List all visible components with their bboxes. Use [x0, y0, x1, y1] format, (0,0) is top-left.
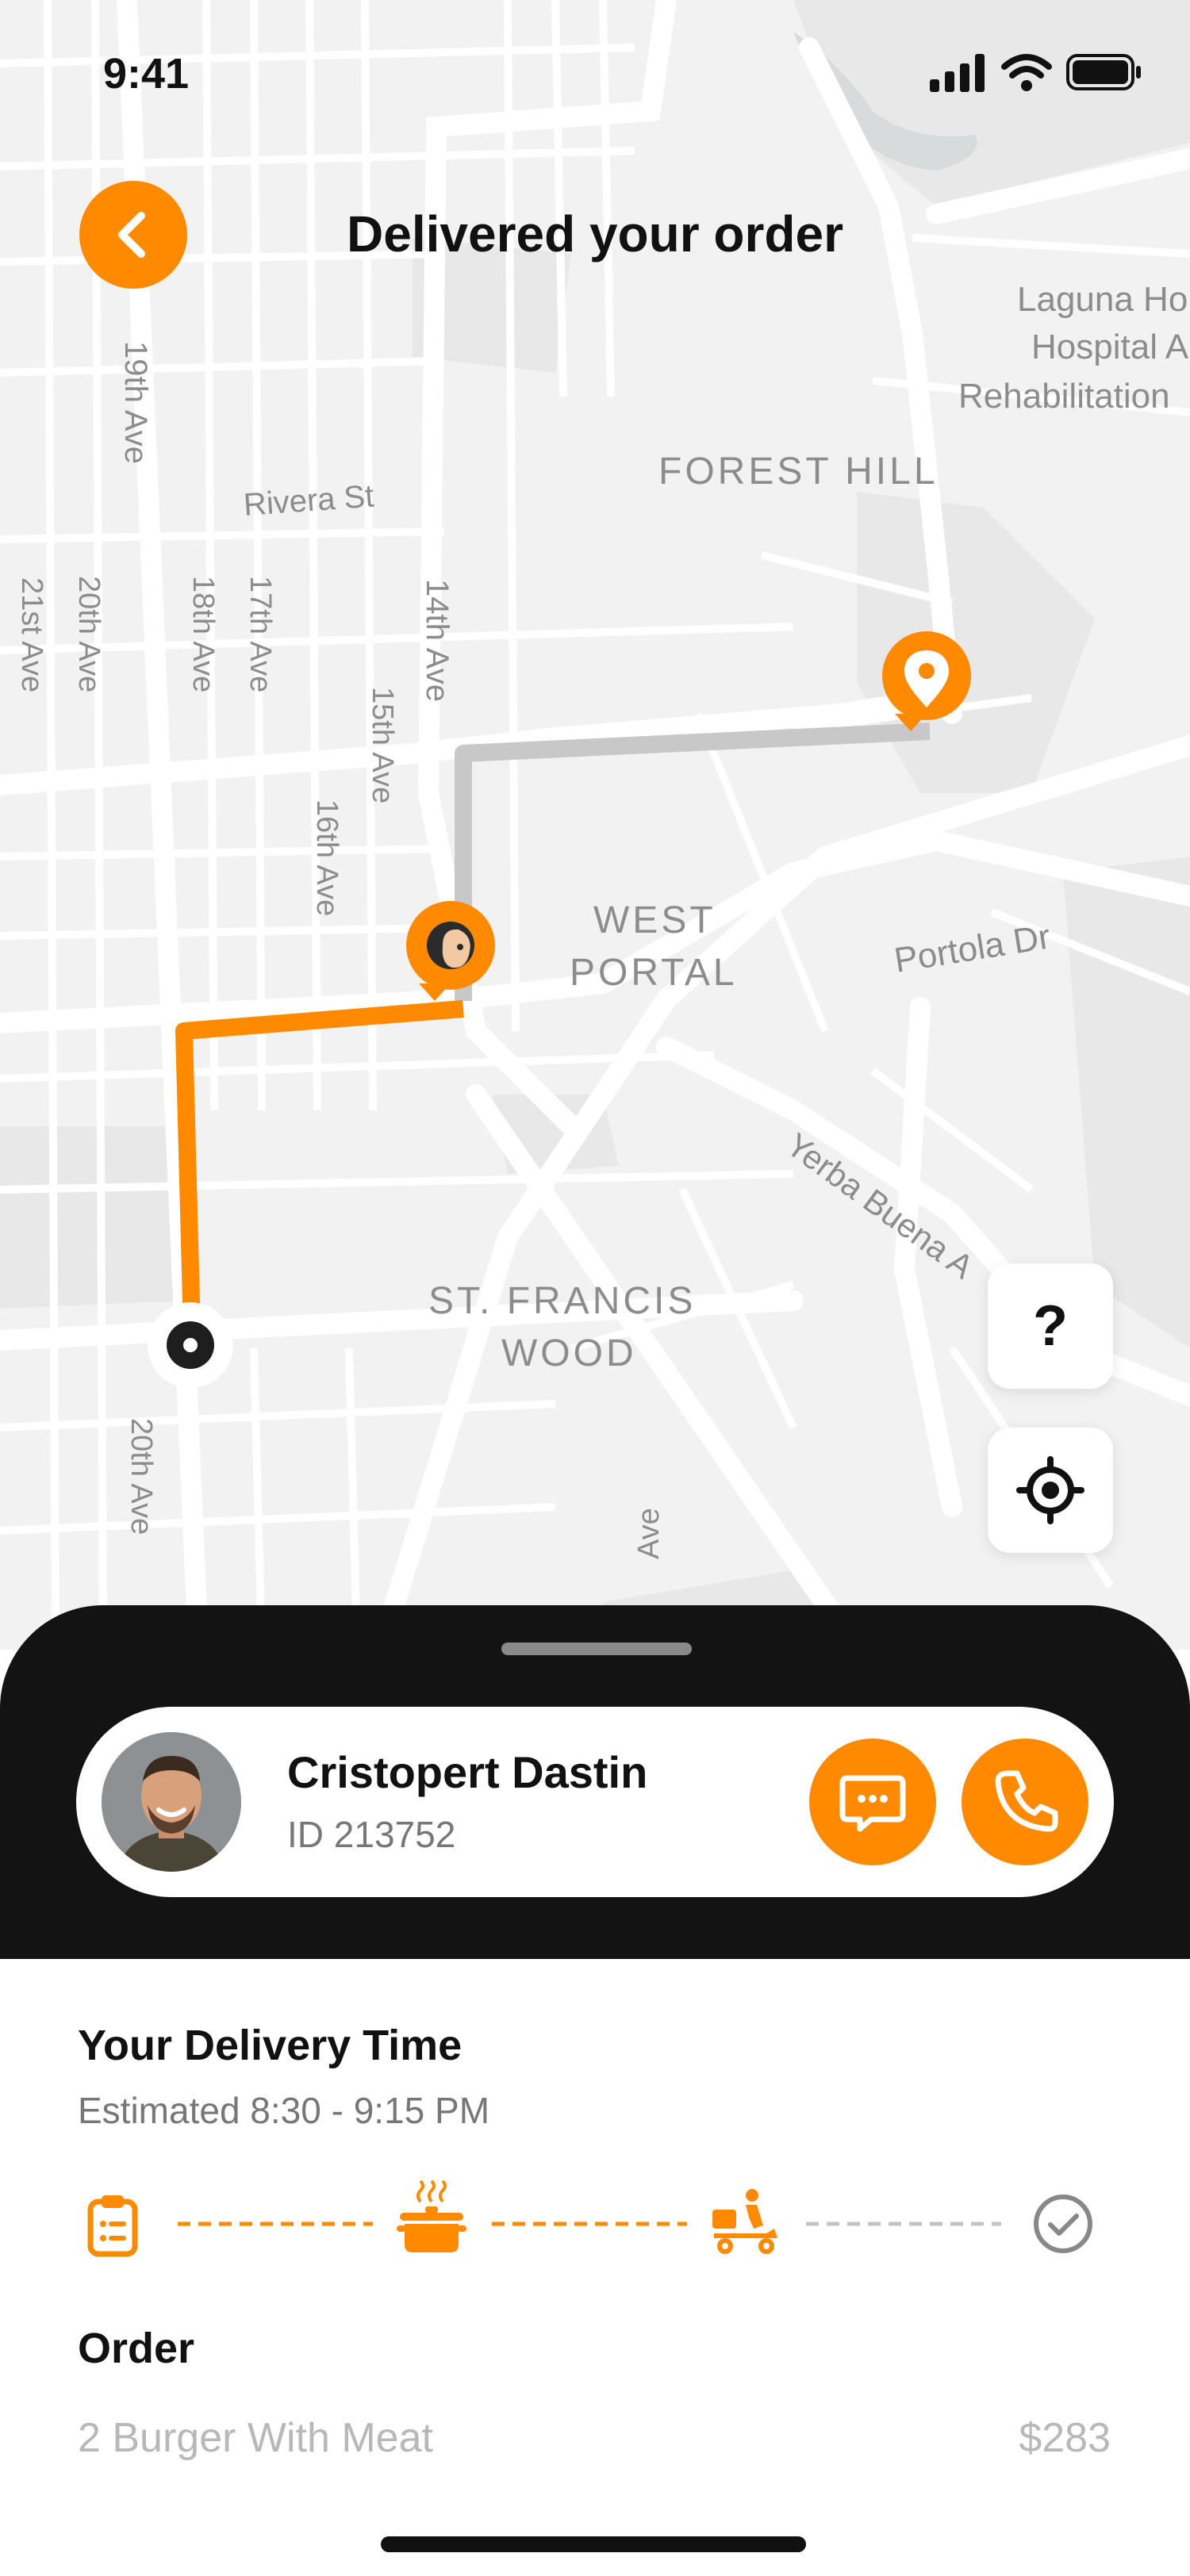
delivery-scooter-icon: [712, 2189, 777, 2254]
map-label-forest-hill: FOREST HILL: [658, 450, 939, 493]
order-progress-tracker: [87, 2179, 1092, 2257]
call-courier-button[interactable]: [962, 1738, 1088, 1865]
map-label-16th-ave: 16th Ave: [310, 799, 344, 916]
map-label-laguna-2: Hospital A: [1031, 328, 1189, 366]
map-label-20th-ave: 20th Ave: [72, 576, 106, 692]
map-label-20th-ave-south: 20th Ave: [125, 1418, 158, 1535]
map-label-laguna-3: Rehabilitation: [958, 377, 1170, 416]
cooking-pot-icon: [397, 2179, 466, 2252]
cellular-signal-icon: [930, 54, 985, 92]
check-circle-icon: [1034, 2195, 1092, 2253]
wifi-icon: [1001, 54, 1052, 91]
map-label-18th-ave: 18th Ave: [186, 576, 220, 692]
order-item-price: $283: [1019, 2415, 1111, 2461]
order-item-name: 2 Burger With Meat: [78, 2415, 433, 2461]
map-label-ave-partial: Ave: [632, 1508, 666, 1559]
help-button[interactable]: ?: [988, 1263, 1113, 1389]
map-label-15th-ave: 15th Ave: [366, 687, 399, 803]
my-location-button[interactable]: [988, 1428, 1113, 1553]
map-label-portal: PORTAL: [570, 952, 738, 994]
map-label-st-francis: ST. FRANCIS: [428, 1280, 696, 1322]
message-courier-button[interactable]: [809, 1738, 936, 1865]
chat-bubble-icon: [839, 1775, 906, 1832]
clipboard-icon: [87, 2195, 138, 2257]
map-label-west: WEST: [593, 899, 716, 941]
courier-avatar: [102, 1732, 241, 1872]
battery-icon: [1066, 54, 1141, 90]
status-bar-time: 9:41: [103, 50, 190, 98]
sheet-drag-handle[interactable]: [501, 1643, 692, 1655]
map-label-21st-ave: 21st Ave: [15, 577, 48, 692]
start-point-marker: [148, 1302, 233, 1388]
crosshair-icon: [1016, 1456, 1084, 1524]
order-section-title: Order: [78, 2325, 195, 2372]
page-title: Delivered your order: [347, 205, 843, 263]
delivery-time-estimate: Estimated 8:30 - 9:15 PM: [78, 2090, 490, 2131]
delivery-time-title: Your Delivery Time: [78, 2022, 463, 2069]
help-label: ?: [1033, 1294, 1068, 1358]
home-indicator[interactable]: [381, 2536, 806, 2552]
map-label-14th-ave: 14th Ave: [420, 579, 455, 702]
map-label-17th-ave: 17th Ave: [244, 576, 277, 692]
phone-icon: [995, 1770, 1058, 1832]
courier-id: ID 213752: [287, 1814, 456, 1855]
map-label-19th-ave: 19th Ave: [118, 341, 153, 464]
map-label-laguna-1: Laguna Ho: [1017, 280, 1188, 319]
courier-name: Cristopert Dastin: [287, 1747, 648, 1797]
map-label-wood: WOOD: [501, 1332, 637, 1374]
